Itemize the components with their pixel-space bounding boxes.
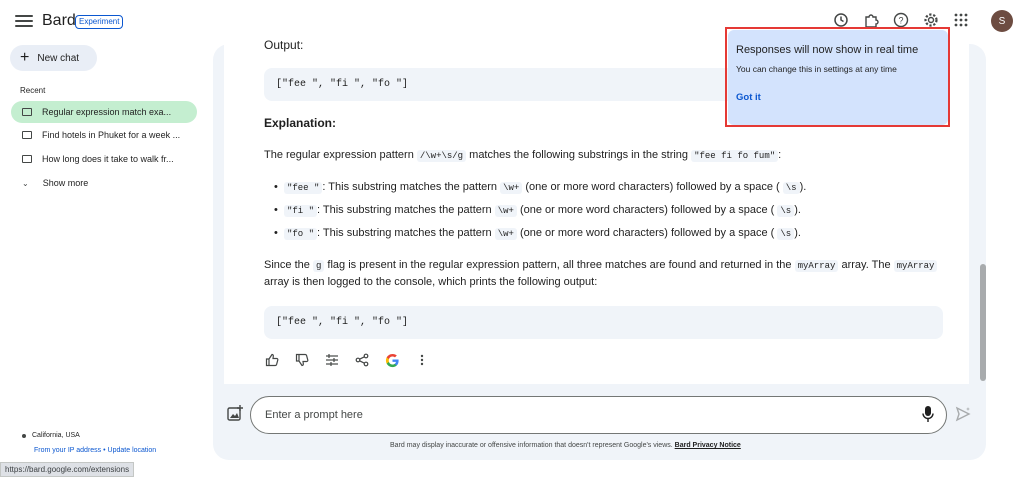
list-item: • "fi ": This substring matches the patt…: [274, 204, 801, 217]
share-icon[interactable]: [354, 352, 370, 368]
svg-text:?: ?: [898, 16, 903, 26]
history-item-label: How long does it take to walk fr...: [42, 154, 174, 164]
prompt-box: [250, 396, 947, 434]
more-options-icon[interactable]: [414, 352, 430, 368]
history-item[interactable]: Regular expression match exa...: [11, 101, 197, 123]
status-url-tooltip: https://bard.google.com/extensions: [0, 462, 135, 477]
location: California, USA: [22, 432, 80, 439]
realtime-responses-popup: Responses will now show in real time You…: [728, 30, 948, 125]
location-text: California, USA: [32, 432, 80, 439]
hamburger-menu-icon[interactable]: [14, 13, 34, 29]
top-toolbar: ?: [832, 11, 970, 29]
history-icon[interactable]: [832, 11, 850, 29]
new-chat-button[interactable]: + New chat: [10, 45, 97, 71]
experiment-badge: Experiment: [75, 15, 124, 29]
show-more-label: Show more: [42, 178, 89, 188]
list-item: • "fee ": This substring matches the pat…: [274, 181, 807, 194]
show-more-button[interactable]: ⌄ Show more: [22, 178, 88, 188]
help-icon[interactable]: ?: [892, 11, 910, 29]
send-icon[interactable]: [955, 406, 971, 425]
thumbs-down-icon[interactable]: [294, 352, 310, 368]
sidebar: Bard Experiment + New chat Recent Regula…: [0, 0, 210, 477]
scrollbar-thumb[interactable]: [980, 264, 986, 381]
update-location-link[interactable]: Update location: [108, 447, 157, 454]
disclaimer: Bard may display inaccurate or offensive…: [390, 442, 741, 449]
output-label: Output:: [264, 38, 304, 52]
gear-icon[interactable]: [922, 11, 940, 29]
list-item: • "fo ": This substring matches the patt…: [274, 227, 801, 240]
recent-heading: Recent: [20, 86, 46, 95]
history-item[interactable]: Find hotels in Phuket for a week ...: [11, 124, 197, 146]
location-source-link[interactable]: From your IP address: [34, 447, 101, 454]
summary-paragraph-line2: array is then logged to the console, whi…: [264, 276, 598, 288]
new-chat-label: New chat: [37, 52, 80, 64]
summary-paragraph: Since the g flag is present in the regul…: [264, 257, 938, 275]
disclaimer-text: Bard may display inaccurate or offensive…: [390, 442, 673, 449]
popup-title: Responses will now show in real time: [736, 44, 919, 56]
prompt-input[interactable]: [265, 409, 905, 421]
modify-response-icon[interactable]: [324, 352, 340, 368]
puzzle-icon[interactable]: [862, 11, 880, 29]
thumbs-up-icon[interactable]: [264, 352, 280, 368]
location-separator: •: [103, 447, 106, 454]
google-it-icon[interactable]: [384, 352, 400, 368]
location-links: From your IP address • Update location: [34, 447, 156, 454]
history-item-label: Regular expression match exa...: [42, 107, 172, 117]
popup-subtitle: You can change this in settings at any t…: [736, 64, 897, 74]
apps-grid-icon[interactable]: [952, 11, 970, 29]
history-item[interactable]: How long does it take to walk fr...: [11, 148, 197, 170]
chat-icon: [22, 155, 32, 163]
chevron-down-icon: ⌄: [22, 178, 29, 188]
app-name: Bard: [42, 12, 76, 29]
chat-icon: [22, 131, 32, 139]
got-it-button[interactable]: Got it: [736, 92, 761, 103]
location-dot-icon: [22, 433, 26, 438]
code-block: ["fee ", "fi ", "fo "]: [264, 306, 943, 339]
avatar[interactable]: S: [991, 10, 1013, 32]
image-upload-icon[interactable]: [226, 404, 244, 422]
chat-icon: [22, 108, 32, 116]
privacy-notice-link[interactable]: Bard Privacy Notice: [675, 442, 741, 449]
explanation-heading: Explanation:: [264, 116, 337, 130]
history-item-label: Find hotels in Phuket for a week ...: [42, 130, 181, 140]
plus-icon: +: [20, 49, 30, 66]
explanation-paragraph: The regular expression pattern /\w+\s/g …: [264, 149, 782, 162]
microphone-icon[interactable]: [921, 405, 935, 423]
response-actions: [264, 352, 430, 368]
